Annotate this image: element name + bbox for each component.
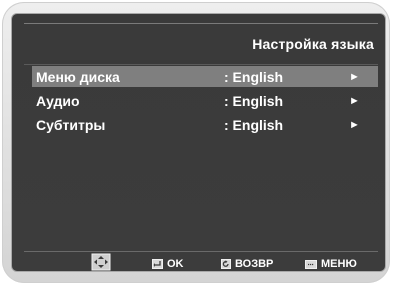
menu-hint[interactable]: МЕНЮ [305, 258, 357, 270]
menu-item-label: Субтитры [36, 116, 106, 133]
menu-item-audio[interactable]: Аудио : English ► [32, 90, 378, 111]
menu-item-label: Меню диска [36, 68, 120, 85]
arrow-right-icon: ► [349, 70, 360, 83]
hint-bar: OK ВОЗВР МЕНЮ [24, 251, 378, 271]
menu-item-label: Аудио [36, 92, 80, 109]
menu-item-value: : English [224, 116, 284, 133]
menu-item-value: : English [224, 68, 284, 85]
arrow-right-icon: ► [349, 118, 360, 131]
ok-label: OK [167, 258, 184, 270]
menu-icon [305, 259, 317, 269]
menu-label: МЕНЮ [321, 258, 357, 270]
settings-menu: Меню диска : English ► Аудио : English ►… [32, 66, 378, 138]
title-bar: Настройка языка [24, 23, 378, 65]
menu-item-value: : English [224, 92, 284, 109]
ok-hint[interactable]: OK [152, 258, 184, 270]
enter-icon [152, 259, 163, 269]
page-title: Настройка языка [252, 36, 374, 52]
back-hint[interactable]: ВОЗВР [221, 258, 273, 270]
dpad-icon [91, 253, 111, 271]
menu-item-subtitles[interactable]: Субтитры : English ► [32, 114, 378, 135]
return-icon [221, 259, 231, 269]
menu-item-disc-menu[interactable]: Меню диска : English ► [32, 66, 378, 87]
back-label: ВОЗВР [235, 258, 274, 270]
arrow-right-icon: ► [349, 94, 360, 107]
osd-screen: Настройка языка Меню диска : English ► А… [11, 13, 386, 272]
